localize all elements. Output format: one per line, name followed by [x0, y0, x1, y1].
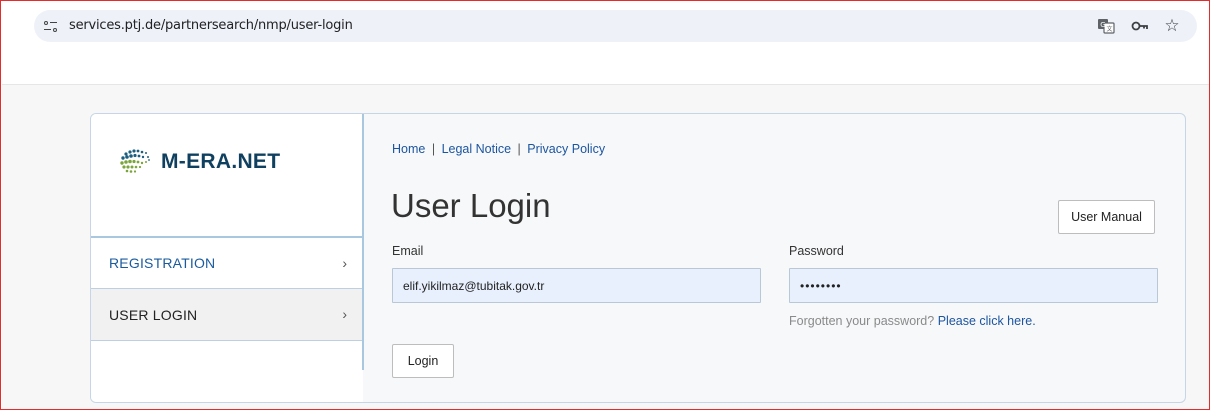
home-link[interactable]: Home — [392, 142, 425, 156]
email-field[interactable] — [392, 268, 761, 303]
login-button[interactable]: Login — [392, 344, 454, 378]
key-icon[interactable] — [1130, 16, 1150, 36]
privacy-policy-link[interactable]: Privacy Policy — [527, 142, 605, 156]
brand-logo[interactable]: M-ERA.NET — [117, 138, 317, 186]
svg-text:文: 文 — [1107, 25, 1113, 33]
page-title: User Login — [391, 187, 551, 224]
screenshot-frame: services.ptj.de/partnersearch/nmp/user-l… — [0, 0, 1210, 410]
brand-name: M-ERA.NET — [161, 150, 281, 173]
legal-notice-link[interactable]: Legal Notice — [442, 142, 512, 156]
user-manual-button[interactable]: User Manual — [1058, 200, 1155, 234]
page-header-band — [2, 49, 1209, 85]
reset-password-link[interactable]: Please click here. — [938, 314, 1036, 328]
site-info-icon[interactable] — [44, 18, 60, 34]
chevron-right-icon: › — [342, 306, 347, 322]
globe-icon — [120, 149, 150, 173]
translate-icon[interactable]: G 文 — [1096, 16, 1116, 36]
sidebar: M-ERA.NET REGISTRATION › USER LOGIN › — [91, 114, 363, 402]
forgot-password-prompt: Forgotten your password? — [789, 314, 935, 328]
email-label: Email — [392, 244, 424, 258]
address-bar[interactable]: services.ptj.de/partnersearch/nmp/user-l… — [34, 10, 1197, 42]
sidebar-item-registration[interactable]: REGISTRATION › — [91, 236, 363, 288]
chevron-right-icon: › — [342, 255, 347, 271]
forgot-password-text: Forgotten your password? Please click he… — [789, 314, 1036, 328]
main-content: Home | Legal Notice | Privacy Policy Use… — [364, 114, 1185, 402]
sidebar-item-label: REGISTRATION — [109, 255, 216, 271]
bookmark-star-icon[interactable]: ☆ — [1162, 16, 1182, 36]
password-label: Password — [789, 244, 844, 258]
login-card: M-ERA.NET REGISTRATION › USER LOGIN › Ho… — [90, 113, 1186, 403]
password-field[interactable] — [789, 268, 1158, 303]
sidebar-item-user-login[interactable]: USER LOGIN › — [91, 288, 363, 340]
sidebar-item-label: USER LOGIN — [109, 306, 198, 323]
svg-text:G: G — [1100, 21, 1105, 29]
url-text[interactable]: services.ptj.de/partnersearch/nmp/user-l… — [69, 18, 353, 33]
breadcrumb-separator: | — [431, 142, 436, 156]
sidebar-empty-row — [91, 340, 363, 370]
breadcrumb: Home | Legal Notice | Privacy Policy — [392, 142, 605, 156]
breadcrumb-separator: | — [517, 142, 521, 156]
